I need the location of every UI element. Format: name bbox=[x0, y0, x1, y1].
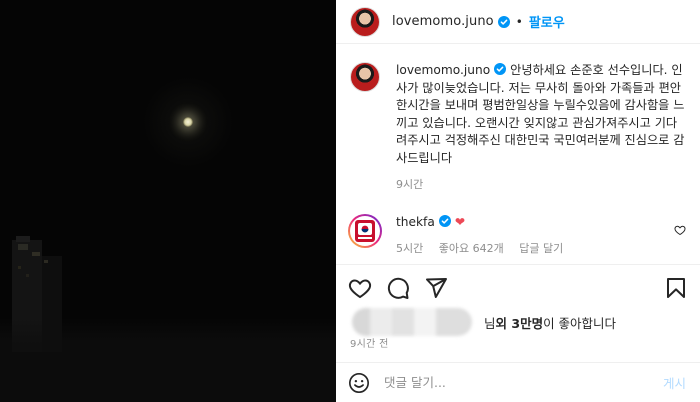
post-header: lovemomo.juno • 팔로우 bbox=[336, 0, 700, 44]
post-timestamp[interactable]: 9시간 전 bbox=[350, 335, 389, 350]
kfa-logo bbox=[355, 219, 375, 242]
comment-composer: 게시 bbox=[336, 362, 700, 402]
post-comment-button[interactable]: 게시 bbox=[663, 373, 686, 392]
verified-icon bbox=[497, 15, 510, 28]
comment-author-avatar[interactable] bbox=[348, 213, 382, 248]
comment-heart-emoji: ❤ bbox=[454, 214, 466, 229]
reply-button[interactable]: 답글 달기 bbox=[519, 242, 563, 255]
caption: lovemomo.juno 안녕하세요 손준호 선수입니다. 인사가 많이늦었습… bbox=[350, 62, 686, 194]
author-avatar[interactable] bbox=[350, 6, 380, 37]
action-bar bbox=[336, 264, 700, 310]
comment-body: thekfa ❤ 5시간 좋아요 642개 답글 달기 bbox=[396, 214, 686, 258]
caption-body: lovemomo.juno 안녕하세요 손준호 선수입니다. 인사가 많이늦었습… bbox=[396, 62, 686, 194]
car-dashboard-edge bbox=[0, 318, 336, 402]
comment-like-heart-icon[interactable] bbox=[674, 224, 686, 236]
comment-time[interactable]: 5시간 bbox=[396, 242, 423, 255]
likes-prefix: 님 bbox=[484, 315, 496, 331]
verified-icon bbox=[494, 63, 507, 75]
comment-meta: 5시간 좋아요 642개 답글 달기 bbox=[396, 240, 686, 258]
comment-icon[interactable] bbox=[386, 276, 410, 300]
likes-summary: 님 외 3만명 이 좋아합니다 bbox=[336, 308, 700, 336]
post-image[interactable] bbox=[0, 0, 336, 402]
caption-meta: 9시간 bbox=[396, 176, 686, 194]
follow-button[interactable]: 팔로우 bbox=[529, 12, 565, 31]
heart-icon[interactable] bbox=[348, 276, 372, 300]
moon bbox=[183, 117, 193, 127]
caption-text: 안녕하세요 손준호 선수입니다. 인사가 많이늦었습니다. 저는 무사히 돌아와… bbox=[396, 63, 685, 165]
caption-author-avatar[interactable] bbox=[350, 62, 380, 92]
likes-suffix: 이 좋아합니다 bbox=[543, 315, 617, 331]
instagram-post-view: lovemomo.juno • 팔로우 lovemomo.juno 안녕하세요 … bbox=[0, 0, 700, 402]
post-panel: lovemomo.juno • 팔로우 lovemomo.juno 안녕하세요 … bbox=[336, 0, 700, 402]
separator-dot: • bbox=[515, 14, 523, 29]
comment-author[interactable]: thekfa bbox=[396, 215, 435, 229]
caption-time[interactable]: 9시간 bbox=[396, 178, 423, 191]
share-icon[interactable] bbox=[424, 276, 448, 300]
comment-likes[interactable]: 좋아요 642개 bbox=[439, 242, 504, 255]
liked-by-avatars-blurred[interactable] bbox=[352, 308, 472, 336]
verified-icon bbox=[438, 214, 451, 227]
likes-count[interactable]: 외 3만명 bbox=[496, 313, 544, 332]
comments-section: lovemomo.juno 안녕하세요 손준호 선수입니다. 인사가 많이늦었습… bbox=[336, 44, 700, 264]
save-icon[interactable] bbox=[664, 276, 688, 300]
comment-input[interactable] bbox=[384, 375, 644, 390]
caption-author[interactable]: lovemomo.juno bbox=[396, 63, 490, 77]
author-username[interactable]: lovemomo.juno bbox=[392, 14, 494, 29]
comment-item: thekfa ❤ 5시간 좋아요 642개 답글 달기 bbox=[348, 213, 686, 258]
emoji-icon[interactable] bbox=[348, 372, 370, 394]
